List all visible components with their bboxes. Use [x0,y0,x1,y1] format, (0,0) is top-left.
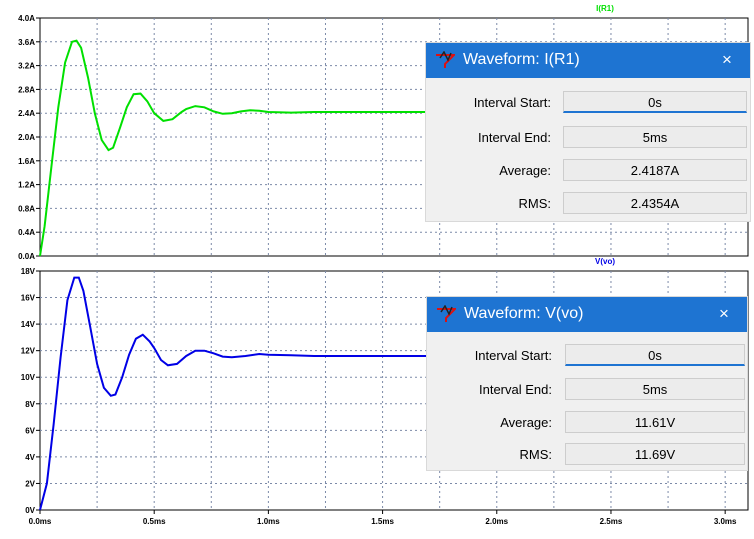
y-tick-label: 0V [25,506,35,515]
interval-end-label: Interval End: [479,382,552,397]
rms-label: RMS: [518,196,552,211]
interval-start-field[interactable]: 0s [565,344,745,366]
y-tick-label: 4V [25,453,35,462]
y-tick-label: 2.8A [18,85,35,94]
interval-start-label: Interval Start: [474,348,552,363]
average-value: 2.4187A [563,159,747,181]
rms-label: RMS: [519,447,553,462]
x-tick-label: 0.5ms [143,517,166,526]
x-tick-label: 2.5ms [600,517,623,526]
dialog-title: Waveform: I(R1) [463,51,580,68]
y-tick-label: 4.0A [18,14,35,23]
dialog-titlebar[interactable]: Waveform: I(R1) × [426,43,750,78]
y-tick-label: 8V [25,400,35,409]
y-tick-label: 3.2A [18,62,35,71]
waveform-i-r1-dialog[interactable]: Waveform: I(R1) × Interval Start: 0s Int… [425,42,751,222]
y-tick-label: 16V [21,294,36,303]
interval-start-label: Interval Start: [473,95,551,110]
x-tick-label: 2.0ms [485,517,508,526]
x-tick-label: 1.5ms [371,517,394,526]
y-tick-label: 2V [25,479,35,488]
trace-0 [39,39,442,257]
average-value: 11.61V [565,411,745,433]
dialog-title: Waveform: V(vo) [464,305,584,322]
rms-value: 11.69V [565,443,745,465]
y-tick-label: 2.4A [18,109,35,118]
interval-end-field[interactable]: 5ms [563,126,747,148]
waveform-v-vo-dialog[interactable]: Waveform: V(vo) × Interval Start: 0s Int… [426,296,748,471]
y-tick-label: 0.4A [18,228,35,237]
interval-end-label: Interval End: [478,130,551,145]
average-label: Average: [500,415,552,430]
trace-1 [39,276,440,511]
y-tick-label: 10V [21,373,36,382]
y-tick-label: 2.0A [18,133,35,142]
interval-end-field[interactable]: 5ms [565,378,745,400]
y-tick-label: 18V [21,267,36,276]
y-tick-label: 3.6A [18,38,35,47]
dialog-titlebar[interactable]: Waveform: V(vo) × [427,297,747,332]
y-tick-label: 1.6A [18,157,35,166]
interval-start-field[interactable]: 0s [563,91,747,113]
trace-label: V(vo) [595,257,615,266]
ltspice-probe-icon [436,51,455,68]
trace-label: I(R1) [596,4,614,13]
x-tick-label: 1.0ms [257,517,280,526]
y-tick-label: 12V [21,347,36,356]
y-tick-label: 0.8A [18,204,35,213]
x-tick-label: 3.0ms [714,517,737,526]
y-tick-label: 0.0A [18,252,35,261]
y-tick-label: 14V [21,320,36,329]
average-label: Average: [499,163,551,178]
close-icon[interactable]: × [704,43,750,78]
rms-value: 2.4354A [563,192,747,214]
ltspice-probe-icon [437,305,456,322]
x-tick-label: 0.0ms [29,517,52,526]
close-icon[interactable]: × [701,297,747,332]
y-tick-label: 1.2A [18,181,35,190]
y-tick-label: 6V [25,426,35,435]
